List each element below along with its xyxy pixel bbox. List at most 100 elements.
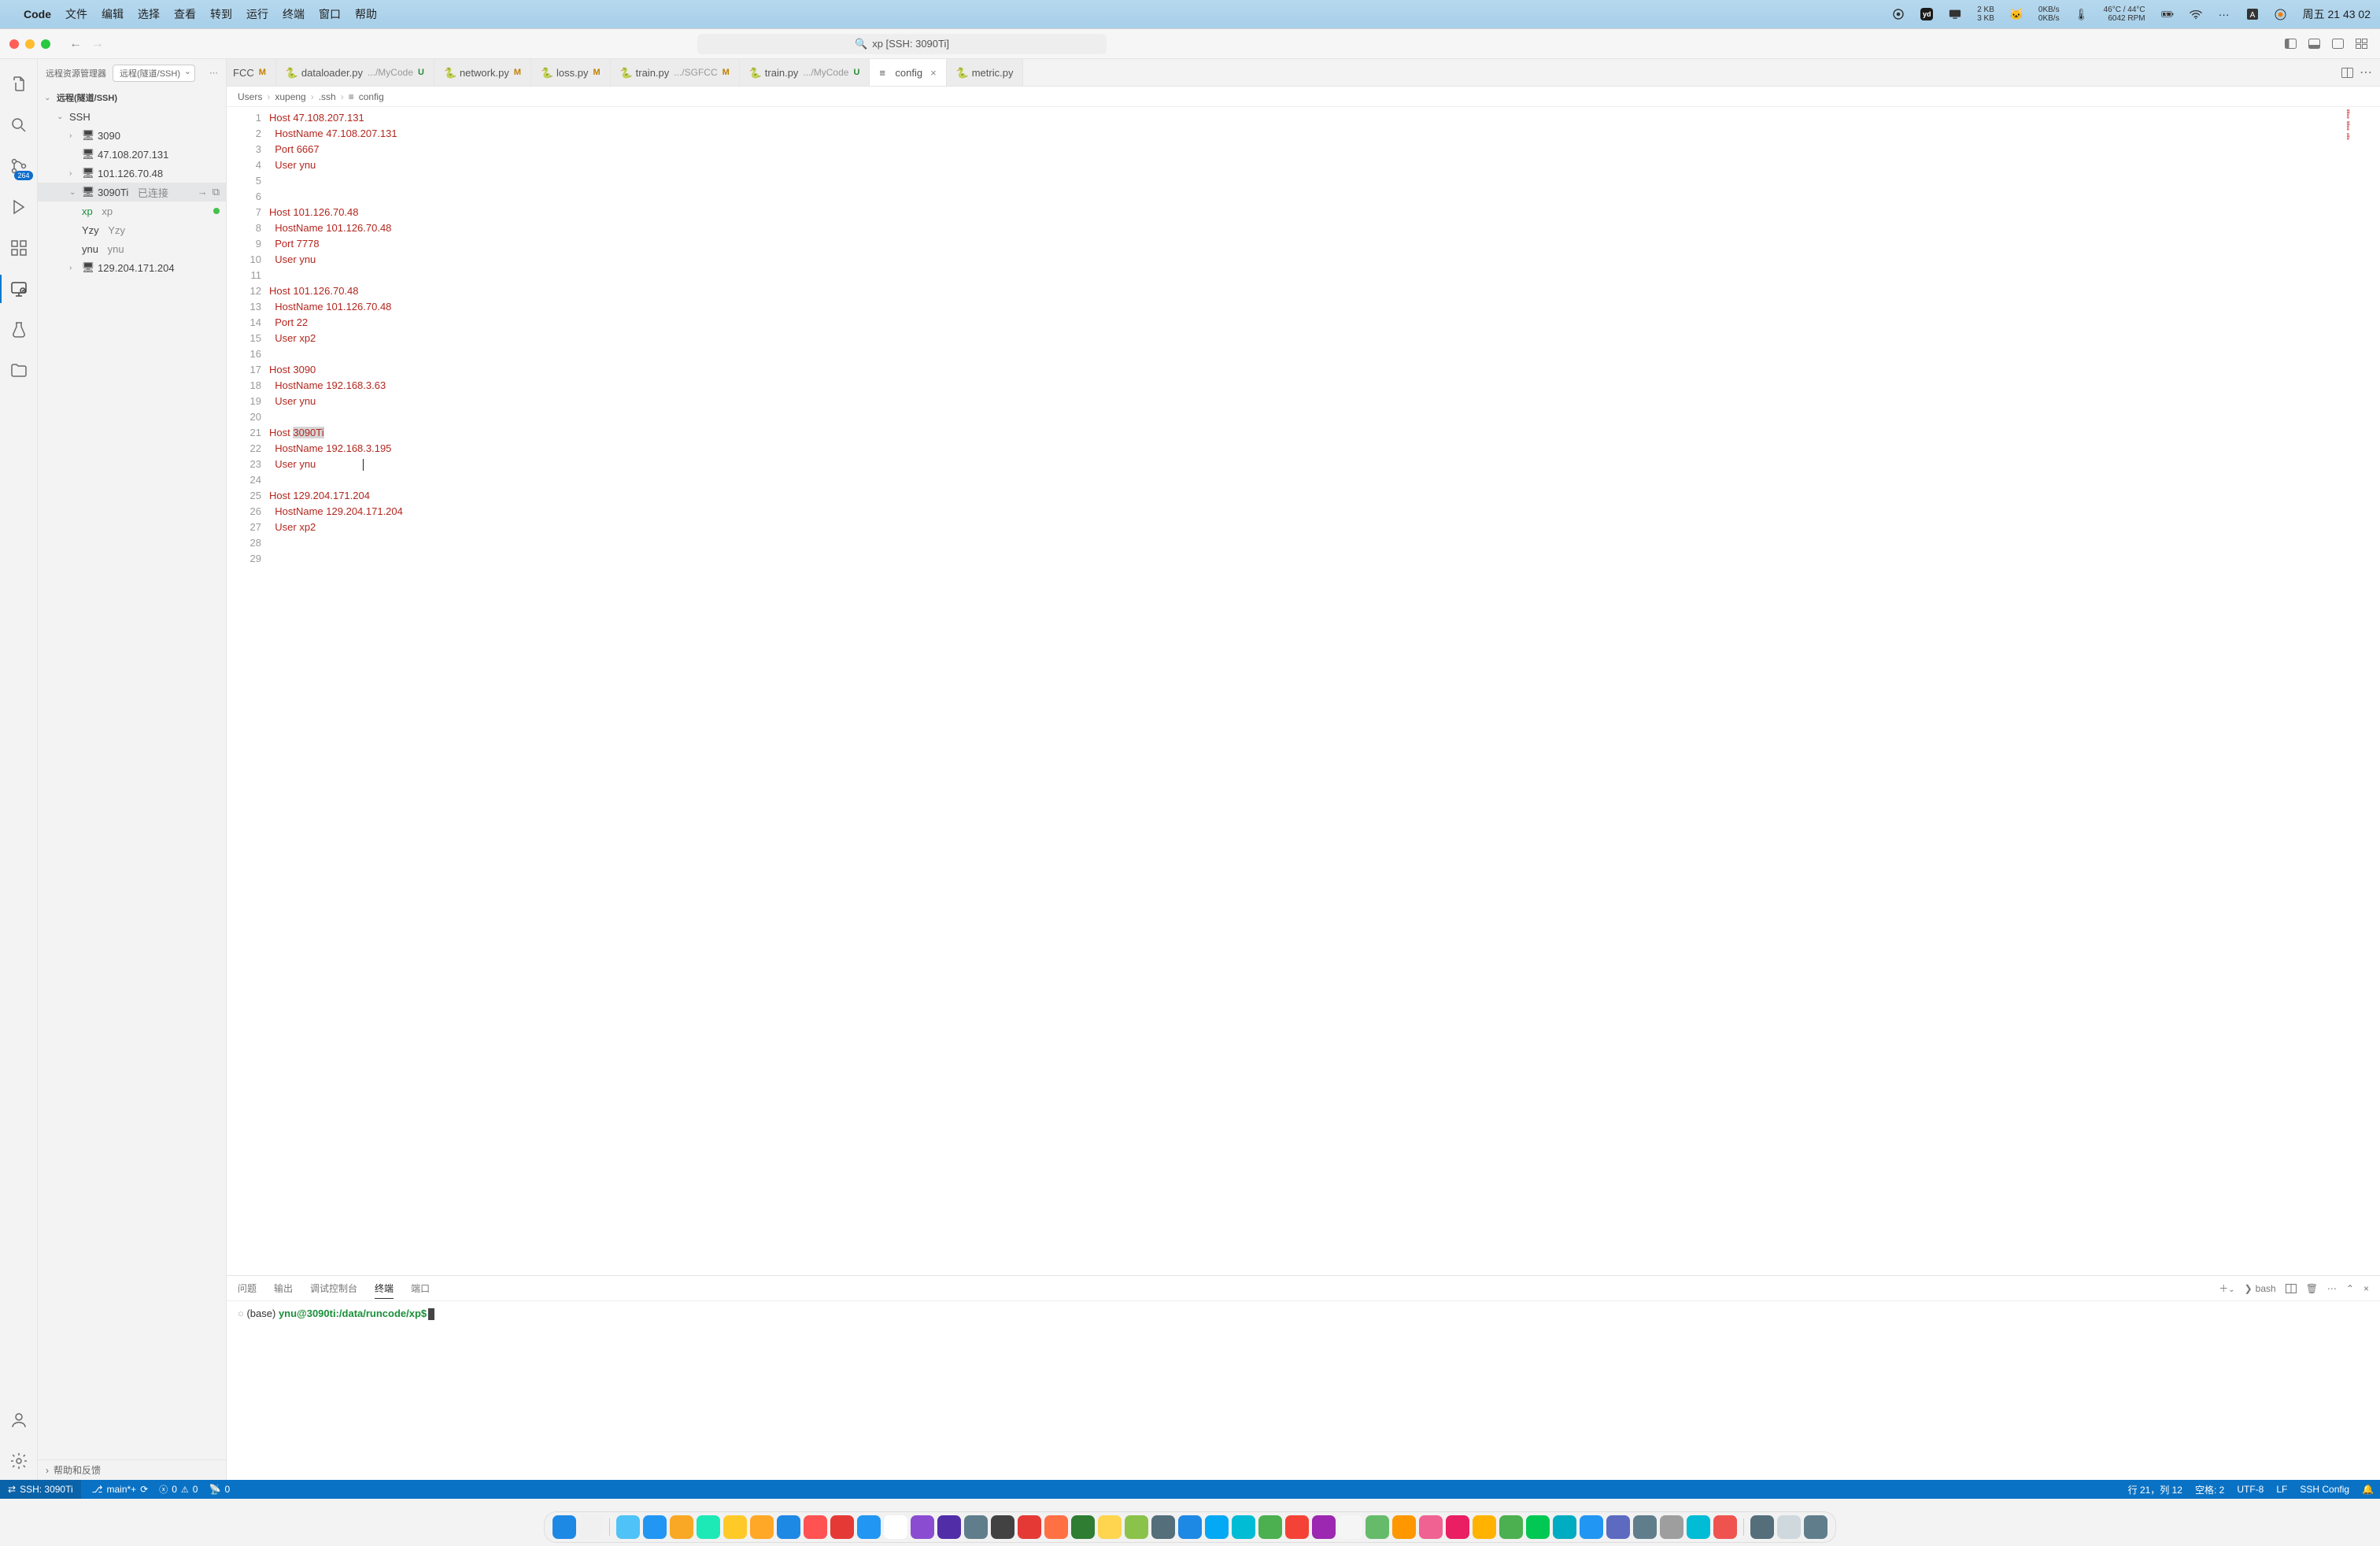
zoom-window-button[interactable] — [41, 39, 50, 49]
layout-sidebar-left-icon[interactable] — [2281, 35, 2300, 54]
tab-train-mycode[interactable]: 🐍train.py .../MyCode U — [740, 59, 870, 86]
minimap[interactable]: ██████████████████████████████████████ — [2347, 110, 2377, 141]
dock-app[interactable] — [1499, 1515, 1523, 1539]
tab-config[interactable]: ≡config× — [870, 59, 946, 87]
dock-app[interactable] — [552, 1515, 576, 1539]
indentation[interactable]: 空格: 2 — [2195, 1483, 2224, 1496]
language-mode[interactable]: SSH Config — [2300, 1484, 2349, 1495]
remote-type-dropdown[interactable]: 远程(隧道/SSH) — [113, 65, 195, 82]
remote-indicator[interactable]: ⇄SSH: 3090Ti — [0, 1480, 81, 1499]
tree-group-ssh[interactable]: ⌄SSH — [38, 107, 226, 126]
dock-app[interactable] — [1098, 1515, 1122, 1539]
dock-app[interactable] — [1473, 1515, 1496, 1539]
search-icon[interactable] — [0, 106, 38, 144]
host-item[interactable]: ›🖥101.126.70.48 — [38, 164, 226, 183]
more-icon[interactable]: ⋯ — [209, 68, 218, 78]
panel-tab-terminal[interactable]: 终端 — [375, 1278, 394, 1299]
dock-app[interactable] — [1285, 1515, 1309, 1539]
host-item[interactable]: ›🖥129.204.171.204 — [38, 258, 226, 277]
tab-network[interactable]: 🐍network.py M — [434, 59, 531, 86]
layout-panel-icon[interactable] — [2304, 35, 2323, 54]
dock-app[interactable] — [750, 1515, 774, 1539]
menu-item[interactable]: 帮助 — [355, 6, 377, 22]
yd-icon[interactable]: yd — [1920, 8, 1933, 20]
more-panel-icon[interactable]: ⋯ — [2327, 1283, 2337, 1294]
dock-app[interactable] — [777, 1515, 800, 1539]
eol[interactable]: LF — [2276, 1484, 2287, 1495]
close-panel-icon[interactable]: × — [2363, 1283, 2369, 1294]
folder-item[interactable]: ynu ynu — [38, 239, 226, 258]
close-tab-icon[interactable]: × — [930, 67, 937, 79]
dock-app[interactable] — [1044, 1515, 1068, 1539]
host-item[interactable]: 🖥47.108.207.131 — [38, 145, 226, 164]
dock-app[interactable] — [670, 1515, 693, 1539]
split-terminal-icon[interactable] — [2286, 1284, 2297, 1293]
dock-app[interactable] — [884, 1515, 907, 1539]
menu-item[interactable]: 终端 — [283, 6, 305, 22]
close-window-button[interactable] — [9, 39, 19, 49]
sidebar-footer[interactable]: ›帮助和反馈 — [38, 1459, 226, 1480]
new-terminal-icon[interactable]: ＋⌄ — [2219, 1282, 2234, 1295]
dock-app[interactable] — [1125, 1515, 1148, 1539]
explorer-icon[interactable] — [0, 65, 38, 103]
menu-item[interactable]: 运行 — [246, 6, 268, 22]
dock-app[interactable] — [1777, 1515, 1801, 1539]
layout-sidebar-right-icon[interactable] — [2328, 35, 2347, 54]
folder-icon[interactable] — [0, 352, 38, 390]
dock-app[interactable] — [697, 1515, 720, 1539]
dock-app[interactable] — [1258, 1515, 1282, 1539]
menu-item[interactable]: 窗口 — [319, 6, 341, 22]
dock-app[interactable] — [1750, 1515, 1774, 1539]
sync-icon[interactable]: ⟳ — [140, 1484, 148, 1495]
dock-app[interactable] — [1553, 1515, 1576, 1539]
git-branch[interactable]: ⎇main*+⟳ — [92, 1484, 149, 1495]
record-icon[interactable] — [1892, 8, 1905, 20]
menu-item[interactable]: 编辑 — [102, 6, 124, 22]
tab-metric[interactable]: 🐍metric.py — [947, 59, 1024, 86]
nav-forward-button[interactable]: → — [88, 35, 107, 54]
host-item[interactable]: ›🖥3090 — [38, 126, 226, 145]
dock-app[interactable] — [1178, 1515, 1202, 1539]
dock-app[interactable] — [857, 1515, 881, 1539]
notifications-icon[interactable]: 🔔 — [2362, 1484, 2374, 1495]
dock-app[interactable] — [1804, 1515, 1828, 1539]
settings-gear-icon[interactable] — [0, 1442, 38, 1480]
dock-app[interactable] — [1312, 1515, 1336, 1539]
wifi-icon[interactable] — [2190, 8, 2202, 20]
dock-app[interactable] — [1660, 1515, 1683, 1539]
dock-app[interactable] — [937, 1515, 961, 1539]
dock-app[interactable] — [616, 1515, 640, 1539]
thermometer-icon[interactable]: 🌡 — [2075, 8, 2088, 20]
problems-status[interactable]: ⓧ0⚠0 — [159, 1483, 198, 1496]
folder-item[interactable]: xp xp — [38, 202, 226, 220]
arrow-right-icon[interactable]: → — [198, 186, 208, 198]
panel-tab-output[interactable]: 输出 — [274, 1278, 293, 1298]
source-control-icon[interactable]: 264 — [0, 147, 38, 185]
battery-icon[interactable] — [2161, 8, 2174, 20]
dock-app[interactable] — [1071, 1515, 1095, 1539]
dock-app[interactable] — [1018, 1515, 1041, 1539]
maximize-panel-icon[interactable]: ⌃ — [2346, 1283, 2354, 1294]
menu-item[interactable]: 选择 — [138, 6, 160, 22]
ports-status[interactable]: 📡0 — [209, 1484, 230, 1495]
code-area[interactable]: Host 47.108.207.131 HostName 47.108.207.… — [269, 107, 2380, 1275]
tree-section[interactable]: ⌄远程(隧道/SSH) — [38, 88, 226, 107]
split-editor-icon[interactable] — [2341, 68, 2353, 78]
dock-app[interactable] — [1419, 1515, 1443, 1539]
display-icon[interactable] — [1949, 8, 1961, 20]
testing-icon[interactable] — [0, 311, 38, 349]
tab-dataloader[interactable]: 🐍dataloader.py .../MyCode U — [276, 59, 434, 86]
trash-icon[interactable]: 🗑 — [2306, 1283, 2318, 1294]
dock-app[interactable] — [1633, 1515, 1657, 1539]
dock-app[interactable] — [723, 1515, 747, 1539]
extensions-icon[interactable] — [0, 229, 38, 267]
dock-app[interactable] — [579, 1515, 603, 1539]
tab-fcc[interactable]: FCC M — [227, 59, 276, 86]
tab-loss[interactable]: 🐍loss.py M — [531, 59, 611, 86]
new-window-icon[interactable]: ⧉ — [213, 186, 220, 198]
encoding[interactable]: UTF-8 — [2237, 1484, 2264, 1495]
host-item-connected[interactable]: ⌄🖥 3090Ti 已连接 →⧉ — [38, 183, 226, 202]
cat-icon[interactable]: 🐱 — [2010, 8, 2023, 20]
dock-app[interactable] — [804, 1515, 827, 1539]
command-center[interactable]: 🔍 xp [SSH: 3090Ti] — [697, 34, 1107, 54]
